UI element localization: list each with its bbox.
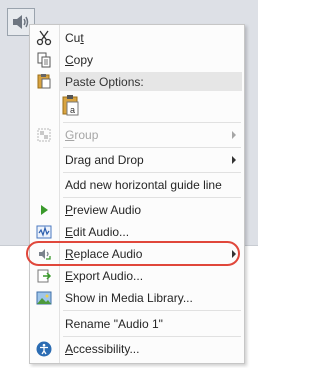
context-menu: Cut Copy Paste Options: a Group Drag and… (29, 24, 245, 364)
clipboard-icon: a (62, 95, 79, 116)
play-icon (41, 205, 48, 215)
menu-item-cut[interactable]: Cut (30, 27, 244, 49)
separator (63, 310, 241, 311)
scissors-icon (36, 30, 52, 46)
paste-keep-source-button[interactable]: a (61, 94, 83, 118)
paste-options-header: Paste Options: (60, 72, 242, 91)
edit-accelerator: E (65, 225, 74, 239)
drag-and-drop-label: Drag and Drop (65, 153, 144, 167)
menu-item-group[interactable]: Group (30, 124, 244, 146)
highlight-annotation (26, 241, 240, 266)
group-icon (37, 128, 51, 142)
add-guide-label: Add new horizontal guide line (65, 178, 222, 192)
rename-label: Rename "Audio 1" (65, 317, 163, 331)
menu-item-add-guide[interactable]: Add new horizontal guide line (30, 174, 244, 196)
separator (63, 172, 241, 173)
separator (63, 122, 241, 123)
media-library-label: Show in Media Library... (65, 291, 193, 305)
menu-item-accessibility[interactable]: Accessibility... (30, 338, 244, 360)
menu-item-copy[interactable]: Copy (30, 49, 244, 71)
export-accelerator: E (65, 269, 74, 283)
separator (63, 147, 241, 148)
submenu-arrow-icon (232, 131, 236, 139)
accessibility-accelerator: A (65, 342, 74, 356)
submenu-arrow-icon (232, 156, 236, 164)
menu-item-edit-audio[interactable]: Edit Audio... (30, 221, 244, 243)
menu-item-rename[interactable]: Rename "Audio 1" (30, 313, 244, 335)
svg-text:a: a (70, 105, 75, 115)
accessibility-icon (36, 341, 52, 357)
separator (63, 197, 241, 198)
separator (63, 336, 241, 337)
menu-item-export-audio[interactable]: Export Audio... (30, 265, 244, 287)
media-library-icon (36, 291, 52, 305)
copy-accelerator: C (65, 53, 74, 67)
speaker-icon (13, 15, 29, 29)
menu-item-preview-audio[interactable]: Preview Audio (30, 199, 244, 221)
paste-icon (37, 74, 51, 89)
menu-item-show-media-library[interactable]: Show in Media Library... (30, 287, 244, 309)
edit-audio-icon (36, 225, 52, 239)
group-accelerator: G (65, 128, 75, 142)
preview-accelerator: P (65, 203, 74, 217)
cut-accelerator: t (80, 31, 84, 45)
export-audio-icon (37, 269, 52, 283)
menu-item-drag-and-drop[interactable]: Drag and Drop (30, 149, 244, 171)
paste-options-label: Paste Options: (65, 75, 144, 89)
copy-icon (37, 52, 51, 68)
